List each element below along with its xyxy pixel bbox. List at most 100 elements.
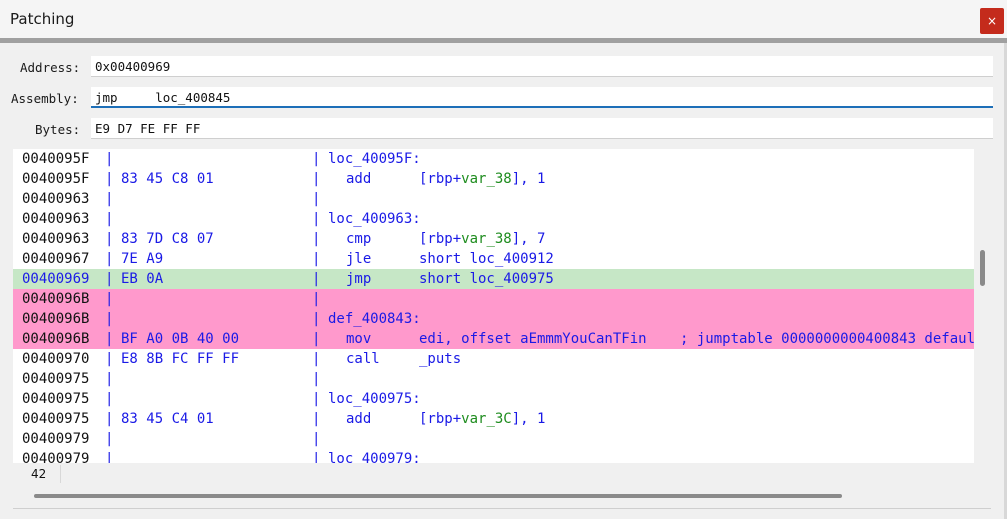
row-address: 00400969 — [22, 271, 90, 287]
column-separator: | — [312, 431, 321, 447]
operand-variable: var_3C — [461, 411, 512, 427]
column-separator: | — [105, 171, 114, 187]
listing-row[interactable]: 00400975 | 83 45 C4 01 | add [rbp+var_3C], 1 — [13, 409, 974, 429]
listing-row[interactable]: 0040096B | | def_400843: — [13, 309, 974, 329]
listing-row[interactable]: 0040096B | BF A0 0B 40 00 | mov edi, offset a… — [13, 329, 974, 349]
column-separator: | — [105, 431, 114, 447]
column-separator: | — [312, 411, 321, 427]
operand-text: ], 1 — [511, 171, 546, 187]
column-separator: | — [312, 451, 321, 463]
address-label: Address: — [20, 60, 81, 75]
row-address: 00400963 — [22, 191, 90, 207]
column-separator: | — [105, 211, 114, 227]
row-address: 0040095F — [22, 171, 90, 187]
operand-text: [rbp+ — [419, 231, 462, 247]
window-title: Patching — [10, 10, 75, 28]
row-label: loc_400963: — [328, 211, 421, 227]
disassembly-listing[interactable]: 0040095F | | loc_40095F: 0040095F | 83 45 C8 0… — [13, 149, 974, 463]
column-separator: | — [312, 151, 321, 167]
column-separator: | — [105, 251, 114, 267]
column-separator: | — [312, 171, 321, 187]
listing-row[interactable]: 00400967 | 7E A9 | jle short loc_400912 — [13, 249, 974, 269]
column-separator: | — [312, 331, 321, 347]
row-label: loc_40095F: — [328, 151, 421, 167]
listing-row[interactable]: 0040095F | 83 45 C8 01 | add [rbp+var_38], 1 — [13, 169, 974, 189]
address-field[interactable]: 0x00400969 — [91, 56, 993, 77]
operand-text: edi, offset aEmmmYouCanTFin — [419, 331, 647, 347]
listing-row[interactable]: 00400979 | | — [13, 429, 974, 449]
horizontal-scrollbar-thumb[interactable] — [34, 494, 842, 498]
column-separator: | — [312, 211, 321, 227]
operand-text: [rbp+ — [419, 411, 462, 427]
row-mnemonic: add — [346, 171, 372, 187]
vertical-scrollbar-thumb[interactable] — [980, 250, 985, 286]
column-separator: | — [105, 451, 114, 463]
column-separator: | — [105, 311, 114, 327]
listing-row[interactable]: 00400975 | | — [13, 369, 974, 389]
listing-row[interactable]: 00400979 | | loc_400979: — [13, 449, 974, 463]
row-mnemonic: cmp — [346, 231, 372, 247]
column-separator: | — [105, 411, 114, 427]
listing-row[interactable]: 00400970 | E8 8B FC FF FF | call _puts — [13, 349, 974, 369]
row-address: 0040096B — [22, 331, 90, 347]
row-bytes: 7E A9 — [121, 251, 164, 267]
row-operands: [rbp+var_38], 1 — [419, 169, 545, 189]
row-address: 00400979 — [22, 431, 90, 447]
bytes-field[interactable]: E9 D7 FE FF FF — [91, 118, 993, 139]
column-separator: | — [312, 311, 321, 327]
column-separator: | — [105, 391, 114, 407]
operand-text: short loc_400912 — [419, 251, 554, 267]
row-address: 00400975 — [22, 411, 90, 427]
column-separator: | — [105, 191, 114, 207]
column-separator: | — [105, 331, 114, 347]
row-bytes: EB 0A — [121, 271, 164, 287]
row-bytes: E8 8B FC FF FF — [121, 351, 240, 367]
row-label: def_400843: — [328, 311, 421, 327]
listing-row[interactable]: 00400963 | | loc_400963: — [13, 209, 974, 229]
operand-text: ], 1 — [511, 411, 546, 427]
column-separator: | — [105, 351, 114, 367]
listing-row[interactable]: 00400963 | | — [13, 189, 974, 209]
column-separator: | — [312, 251, 321, 267]
column-separator: | — [105, 231, 114, 247]
row-operands: [rbp+var_38], 7 — [419, 229, 545, 249]
column-separator: | — [312, 231, 321, 247]
row-address: 00400975 — [22, 391, 90, 407]
row-mnemonic: jle — [346, 251, 372, 267]
row-operands: _puts — [419, 349, 461, 369]
row-mnemonic: add — [346, 411, 372, 427]
row-label: loc_400975: — [328, 391, 421, 407]
row-address: 0040096B — [22, 291, 90, 307]
row-address: 00400963 — [22, 231, 90, 247]
operand-text: _puts — [419, 351, 462, 367]
row-mnemonic: jmp — [346, 271, 372, 287]
listing-row[interactable]: 00400975 | | loc_400975: — [13, 389, 974, 409]
row-address: 00400975 — [22, 371, 90, 387]
column-separator: | — [105, 371, 114, 387]
row-bytes: 83 45 C4 01 — [121, 411, 214, 427]
assembly-field[interactable]: jmp loc_400845 — [91, 87, 993, 108]
listing-row[interactable]: 0040095F | | loc_40095F: — [13, 149, 974, 169]
listing-row[interactable]: 00400969 | EB 0A | jmp short loc_400975 — [13, 269, 974, 289]
column-separator: | — [105, 151, 114, 167]
operand-text: short loc_400975 — [419, 271, 554, 287]
assembly-label: Assembly: — [11, 91, 79, 106]
row-address: 00400967 — [22, 251, 90, 267]
operand-text: [rbp+ — [419, 171, 462, 187]
listing-row[interactable]: 0040096B | | — [13, 289, 974, 309]
line-count: 42 — [23, 465, 61, 483]
row-label: loc_400979: — [328, 451, 421, 463]
status-bar: 42 — [13, 463, 974, 485]
row-operands: short loc_400975 — [419, 269, 554, 289]
column-separator: | — [312, 371, 321, 387]
column-separator: | — [312, 291, 321, 307]
listing-row[interactable]: 00400963 | 83 7D C8 07 | cmp [rbp+var_38], 7 — [13, 229, 974, 249]
row-address: 0040095F — [22, 151, 90, 167]
row-bytes: 83 45 C8 01 — [121, 171, 214, 187]
column-separator: | — [312, 351, 321, 367]
column-separator: | — [312, 271, 321, 287]
row-address: 00400979 — [22, 451, 90, 463]
row-bytes: BF A0 0B 40 00 — [121, 331, 240, 347]
close-button[interactable]: × — [980, 8, 1004, 34]
row-mnemonic: mov — [346, 331, 372, 347]
